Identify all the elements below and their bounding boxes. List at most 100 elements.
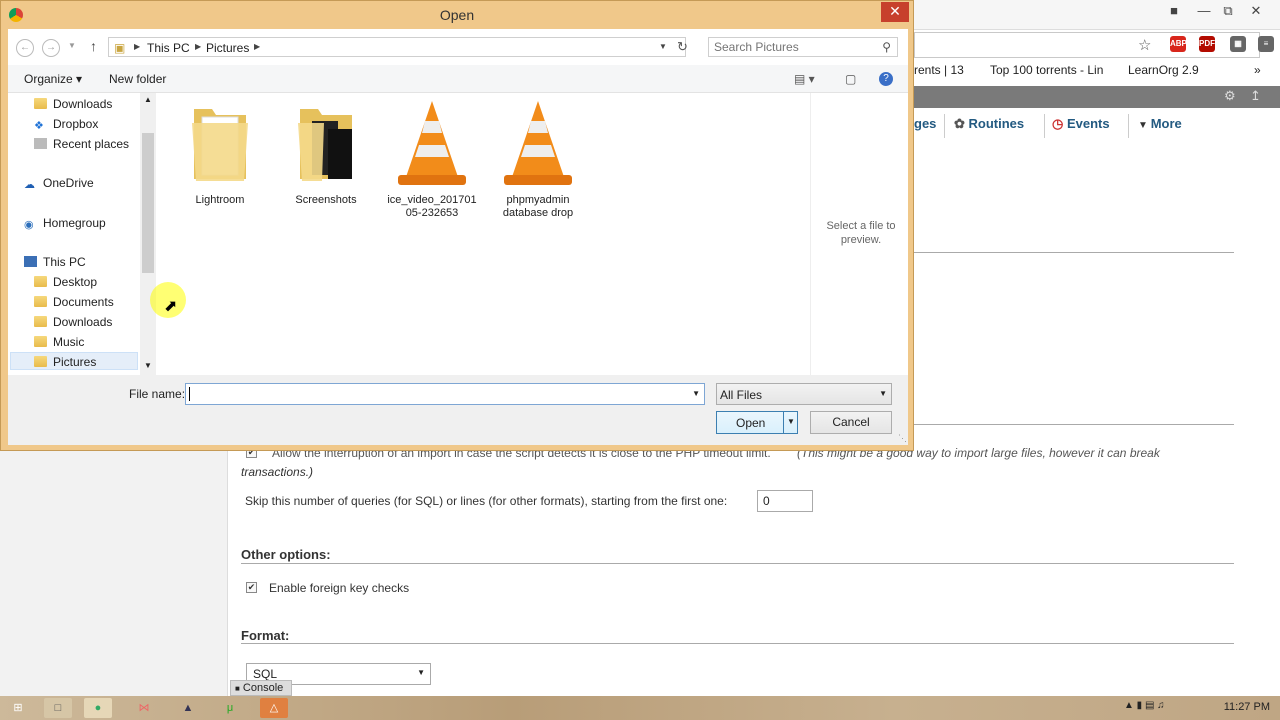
- navigation-pane: Downloads ❖ Dropbox Recent places ☁ OneDri…: [8, 93, 156, 375]
- split-divider: [783, 412, 784, 433]
- scroll-up-icon[interactable]: ▲: [144, 95, 152, 104]
- other-options-heading: Other options:: [241, 547, 331, 562]
- nav-item-label: Downloads: [53, 97, 113, 111]
- console-icon: ■: [235, 684, 240, 693]
- nav-item-downloads[interactable]: Downloads: [34, 313, 112, 331]
- chevron-down-icon[interactable]: ▼: [692, 389, 700, 398]
- menu-icon[interactable]: ≡: [1258, 36, 1274, 52]
- file-name-line: ice_video_201701: [387, 194, 477, 206]
- chrome-icon[interactable]: ●: [84, 698, 112, 718]
- nav-item-label: Documents: [53, 295, 114, 309]
- close-window-button[interactable]: ✕: [1242, 2, 1270, 22]
- pdf-extension-icon[interactable]: PDF: [1199, 36, 1215, 52]
- tray-icons[interactable]: ▲ ▮ ▤ ♫: [1124, 700, 1165, 711]
- chevron-down-icon[interactable]: ▼: [659, 42, 667, 51]
- nav-item-recent-places[interactable]: Recent places: [34, 135, 129, 153]
- open-button[interactable]: Open ▼: [716, 411, 798, 434]
- search-input[interactable]: [714, 40, 874, 54]
- skip-queries-input[interactable]: 0: [757, 490, 813, 512]
- resize-grip-icon[interactable]: ⋱: [898, 433, 907, 444]
- nav-item-desktop[interactable]: Desktop: [34, 273, 97, 291]
- recent-locations-dropdown[interactable]: ▼: [68, 41, 76, 50]
- breadcrumb-pictures[interactable]: Pictures: [206, 41, 249, 55]
- clock[interactable]: 11:27 PM: [1224, 701, 1270, 713]
- computer-icon: [24, 256, 37, 267]
- nav-item-downloads[interactable]: Downloads: [34, 95, 112, 113]
- tab-events[interactable]: ◷ Events: [1052, 116, 1110, 132]
- back-button[interactable]: ←: [16, 39, 34, 57]
- search-icon[interactable]: ⚲: [882, 40, 891, 54]
- foreign-key-checkbox[interactable]: ✔: [246, 582, 257, 593]
- file-explorer-icon[interactable]: □: [44, 698, 72, 718]
- vlc-taskbar-icon[interactable]: △: [260, 698, 288, 718]
- search-box[interactable]: ⚲: [708, 37, 898, 57]
- maximize-button[interactable]: ⧉: [1214, 2, 1242, 22]
- format-value: SQL: [253, 667, 278, 681]
- file-type-select[interactable]: All Files ▼: [716, 383, 892, 405]
- console-tab[interactable]: ■ Console: [230, 680, 292, 696]
- file-name-line: 05-232653: [405, 207, 459, 219]
- chevron-right-icon: ▶: [134, 42, 141, 51]
- pma-tab-bar: ges ✿ Routines ◷ Events ▼ More: [914, 110, 1280, 140]
- breadcrumb-this-pc[interactable]: This PC: [147, 41, 190, 55]
- scroll-down-icon[interactable]: ▼: [144, 361, 152, 370]
- caret-down-icon: ▼: [1138, 120, 1151, 131]
- file-name-line: database drop: [502, 207, 574, 219]
- organize-button[interactable]: Organize ▾: [24, 72, 82, 86]
- scrollbar-thumb[interactable]: [142, 133, 154, 273]
- file-item-screenshots[interactable]: Screenshots: [278, 99, 374, 207]
- bookmark-star-icon[interactable]: ☆: [1138, 36, 1151, 54]
- breadcrumb[interactable]: ▣ ▶ This PC ▶ Pictures ▶ ▼ ↻: [108, 37, 688, 57]
- refresh-icon[interactable]: ↻: [677, 39, 688, 55]
- windows-start-icon[interactable]: ⊞: [4, 698, 32, 718]
- new-folder-button[interactable]: New folder: [109, 72, 166, 86]
- folder-icon: [34, 276, 47, 287]
- text-caret: [189, 387, 190, 401]
- nav-item-label: This PC: [43, 255, 86, 269]
- preview-pane-icon[interactable]: ▢: [845, 72, 856, 86]
- file-name: phpmyadmin database drop: [490, 194, 586, 220]
- tab-routines[interactable]: ✿ Routines: [954, 116, 1024, 132]
- utorrent-icon[interactable]: μ: [216, 698, 244, 718]
- app-icon[interactable]: ▲: [174, 698, 202, 718]
- file-name-input[interactable]: ▼: [185, 383, 705, 405]
- tab-pages[interactable]: ges: [914, 116, 936, 131]
- adblock-icon[interactable]: ABP: [1170, 36, 1187, 52]
- cancel-button[interactable]: Cancel: [810, 411, 892, 434]
- file-item-phpmyadmin-video[interactable]: phpmyadmin database drop: [490, 99, 586, 220]
- nav-item-pictures[interactable]: Pictures: [10, 352, 138, 370]
- folder-icon: [34, 316, 47, 327]
- nav-item-music[interactable]: Music: [34, 333, 84, 351]
- folder-icon: [192, 109, 248, 181]
- bookmark-item[interactable]: rents | 13: [914, 63, 964, 77]
- settings-gear-icon[interactable]: ⚙: [1224, 88, 1236, 104]
- file-item-ice-video[interactable]: ice_video_201701 05-232653: [384, 99, 480, 220]
- tab-more[interactable]: ▼ More: [1138, 116, 1182, 131]
- file-name: Lightroom: [195, 194, 245, 206]
- xampp-icon[interactable]: ⋈: [130, 698, 158, 718]
- close-button[interactable]: ✕: [881, 2, 909, 22]
- forward-button[interactable]: →: [42, 39, 60, 57]
- nav-item-homegroup[interactable]: ◉ Homegroup: [24, 214, 106, 232]
- up-button[interactable]: ↑: [90, 38, 97, 54]
- nav-item-label: Recent places: [53, 137, 130, 151]
- nav-item-dropbox[interactable]: ❖ Dropbox: [34, 115, 98, 133]
- bookmark-item[interactable]: LearnOrg 2.9: [1128, 63, 1199, 77]
- nav-item-onedrive[interactable]: ☁ OneDrive: [24, 174, 94, 192]
- nav-item-documents[interactable]: Documents: [34, 293, 114, 311]
- chevron-more-icon[interactable]: »: [1254, 63, 1261, 77]
- nav-item-this-pc[interactable]: This PC: [24, 253, 86, 271]
- collapse-icon[interactable]: ↥: [1250, 88, 1261, 104]
- change-view-icon[interactable]: ▤ ▾: [794, 72, 815, 86]
- bookmark-item[interactable]: Top 100 torrents - Lin: [990, 63, 1103, 77]
- dialog-title: Open: [439, 7, 475, 23]
- tab-more-label: More: [1150, 116, 1182, 131]
- file-item-lightroom[interactable]: Lightroom: [172, 99, 268, 207]
- extension-icon[interactable]: ▦: [1230, 36, 1246, 52]
- open-options-dropdown-icon[interactable]: ▼: [787, 417, 795, 426]
- folder-icon: [34, 336, 47, 347]
- profile-icon[interactable]: ■: [1160, 2, 1188, 22]
- file-name: Screenshots: [295, 194, 357, 206]
- help-icon[interactable]: ?: [879, 72, 893, 86]
- dialog-title-bar[interactable]: Open ✕: [1, 1, 913, 29]
